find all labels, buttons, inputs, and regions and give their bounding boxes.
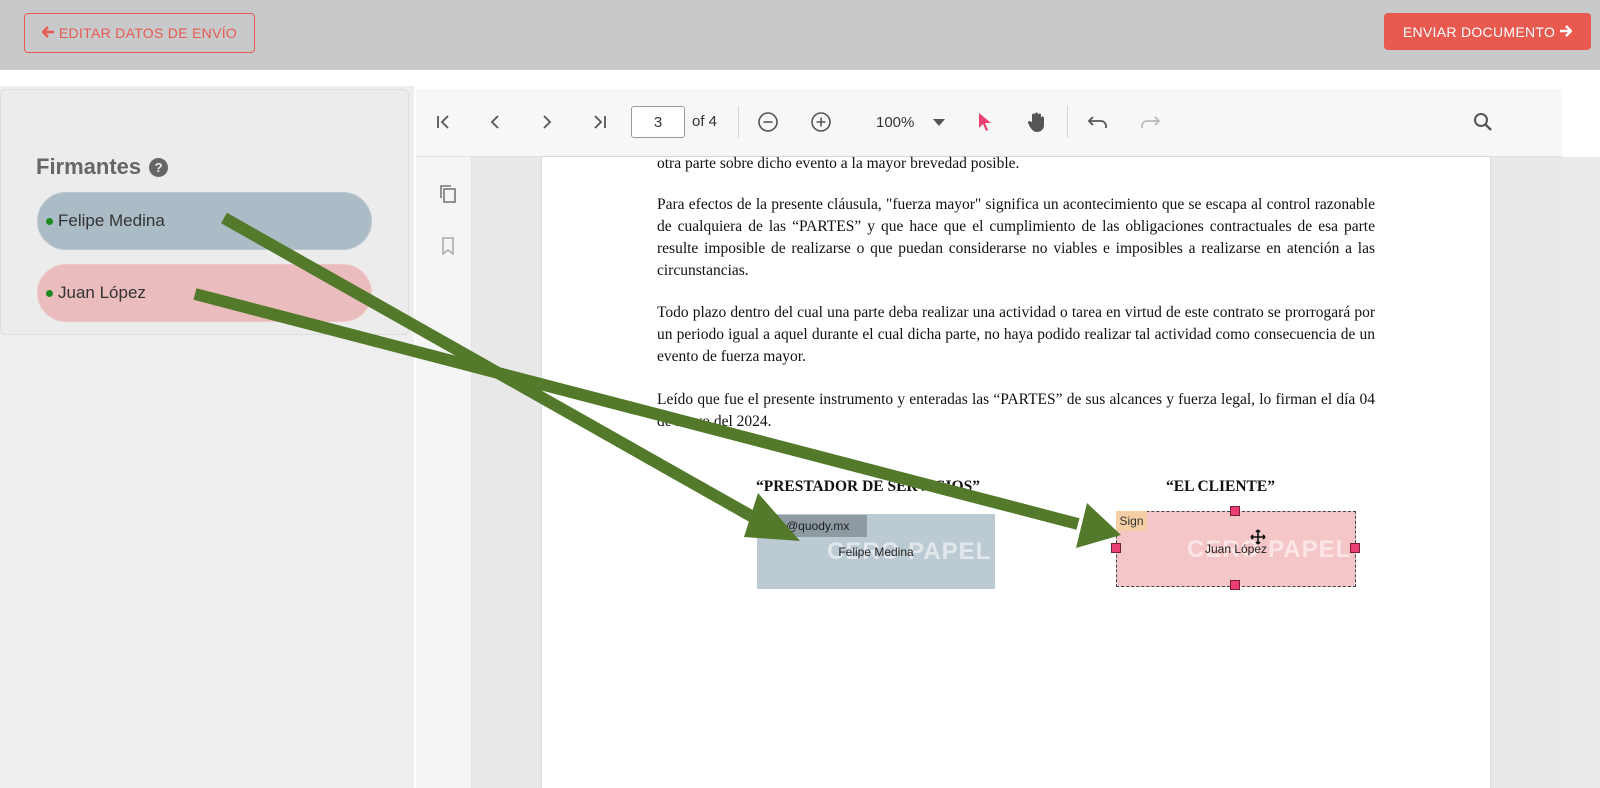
drag-arrows — [193, 212, 1121, 548]
